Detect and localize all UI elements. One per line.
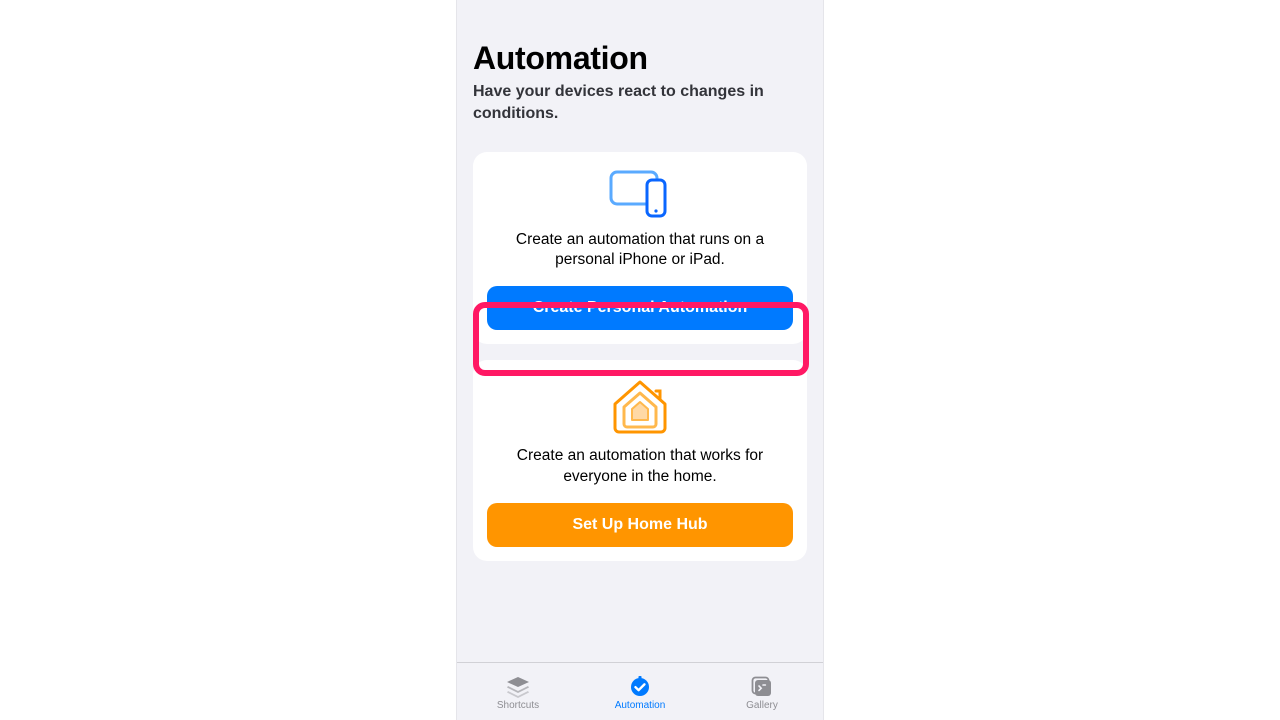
tab-automation[interactable]: Automation [579,676,701,711]
home-icon [487,378,793,436]
set-up-home-hub-button[interactable]: Set Up Home Hub [487,503,793,547]
gallery-icon [750,676,774,698]
personal-automation-card: Create an automation that runs on a pers… [473,152,807,344]
tab-label: Gallery [746,700,778,711]
tab-gallery[interactable]: Gallery [701,676,823,711]
content-area: Automation Have your devices react to ch… [457,0,823,561]
home-automation-description: Create an automation that works for ever… [497,446,783,486]
tab-label: Shortcuts [497,700,539,711]
tab-bar: Shortcuts Automation [457,662,823,720]
tab-shortcuts[interactable]: Shortcuts [457,676,579,711]
home-automation-card: Create an automation that works for ever… [473,360,807,560]
tab-label: Automation [615,700,666,711]
devices-icon [487,170,793,220]
page-title: Automation [473,40,807,77]
create-personal-automation-button[interactable]: Create Personal Automation [487,286,793,330]
clock-check-icon [628,676,652,698]
page-subtitle: Have your devices react to changes in co… [473,81,807,124]
stack-icon [505,676,531,698]
shortcuts-app-automation-screen: Automation Have your devices react to ch… [456,0,824,720]
personal-automation-description: Create an automation that runs on a pers… [497,230,783,270]
